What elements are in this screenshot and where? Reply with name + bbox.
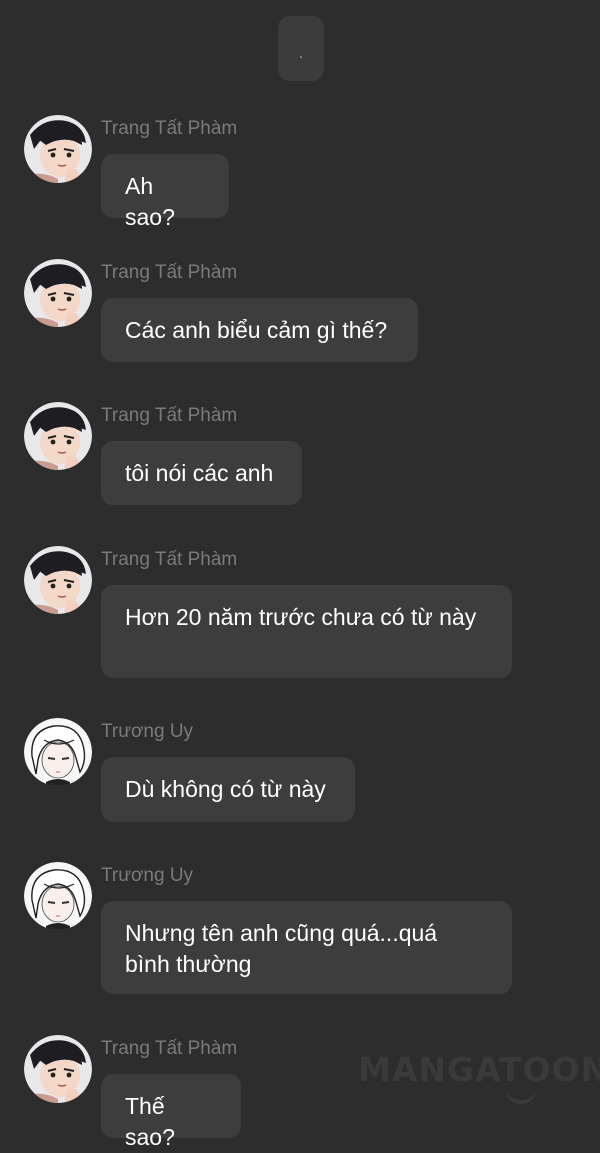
message-bubble: Dù không có từ này — [101, 757, 355, 822]
avatar[interactable] — [24, 718, 92, 786]
sender-name: Trang Tất Phàm — [101, 405, 238, 426]
avatar[interactable] — [24, 862, 92, 930]
message-bubble: Các anh biểu cảm gì thế? — [101, 298, 418, 362]
avatar[interactable] — [24, 546, 92, 614]
avatar[interactable] — [24, 1035, 92, 1103]
message-bubble: Nhưng tên anh cũng quá...quá bình thường — [101, 901, 512, 994]
watermark-smile-icon — [505, 1086, 537, 1104]
sender-name: Trang Tất Phàm — [101, 118, 238, 139]
avatar[interactable] — [24, 115, 92, 183]
sender-name: Trang Tất Phàm — [101, 549, 238, 570]
avatar[interactable] — [24, 259, 92, 327]
watermark-logo: MANGATOON — [358, 1050, 600, 1089]
sender-name: Trang Tất Phàm — [101, 1038, 238, 1059]
sender-name: Trang Tất Phàm — [101, 262, 238, 283]
message-bubble: Ah sao? — [101, 154, 229, 230]
message-bubble: Hơn 20 năm trước chưa có từ này — [101, 585, 512, 678]
top-indicator-pill: . — [278, 16, 324, 81]
sender-name: Trương Uy — [101, 721, 194, 742]
message-bubble: tôi nói các anh — [101, 441, 302, 505]
avatar[interactable] — [24, 402, 92, 470]
message-bubble: Thế sao? — [101, 1074, 241, 1150]
sender-name: Trương Uy — [101, 865, 194, 886]
